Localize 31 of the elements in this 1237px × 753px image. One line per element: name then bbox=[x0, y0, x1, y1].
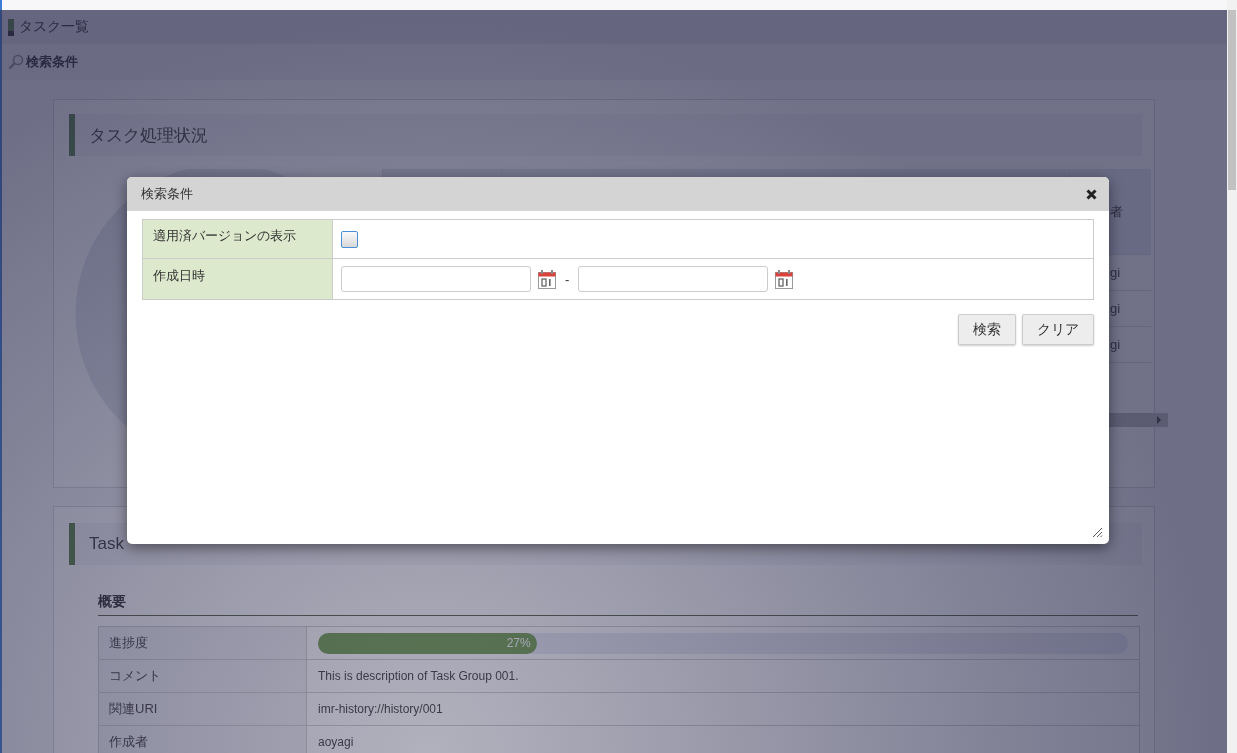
field-label: 作成日時 bbox=[143, 259, 333, 299]
close-button[interactable] bbox=[1084, 186, 1099, 202]
row-value: This is description of Task Group 001. bbox=[318, 669, 519, 683]
row-label: コメント bbox=[99, 660, 307, 692]
heading-bar bbox=[69, 114, 75, 156]
row-label: 作成者 bbox=[99, 726, 307, 753]
panel-title: タスク処理状況 bbox=[89, 124, 208, 147]
row-value: aoyagi bbox=[318, 735, 354, 749]
row-label: 進捗度 bbox=[99, 627, 307, 659]
range-separator: - bbox=[565, 271, 570, 287]
dialog-button[interactable]: 検索 bbox=[958, 314, 1016, 345]
row-label: 関連URI bbox=[99, 693, 307, 725]
section-title: 概要 bbox=[98, 593, 1138, 616]
heading-bar bbox=[69, 523, 75, 565]
dialog-title: 検索条件 bbox=[141, 185, 193, 203]
date-field[interactable] bbox=[578, 266, 769, 292]
close-icon bbox=[1086, 188, 1097, 200]
page-title: タスク一覧 bbox=[19, 18, 89, 36]
vertical-scrollbar[interactable] bbox=[1227, 0, 1237, 753]
field-label: 適用済バージョンの表示 bbox=[143, 220, 333, 258]
checkbox[interactable] bbox=[341, 230, 358, 248]
bar-icon bbox=[8, 18, 14, 36]
date-field[interactable] bbox=[341, 266, 531, 292]
dialog-button[interactable]: クリア bbox=[1022, 314, 1094, 345]
search-icon bbox=[8, 54, 24, 70]
calendar-icon bbox=[775, 269, 794, 289]
row-value: imr-history://history/001 bbox=[318, 702, 443, 716]
progress-label: 27% bbox=[506, 636, 531, 650]
panel-title: Task bbox=[89, 534, 124, 554]
calendar-icon bbox=[538, 269, 556, 289]
resize-grip-icon bbox=[1091, 526, 1103, 538]
